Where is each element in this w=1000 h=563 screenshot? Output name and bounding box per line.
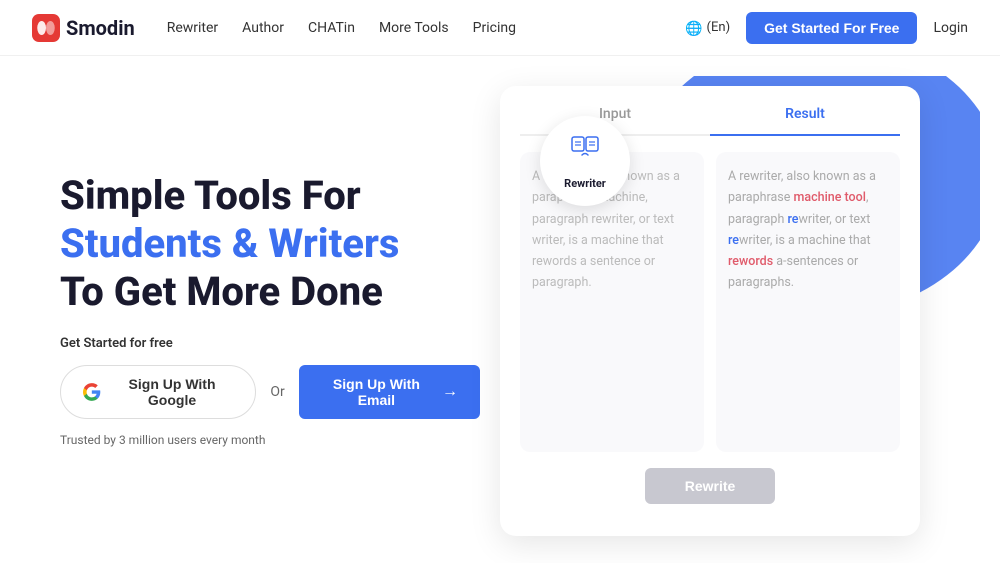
google-icon	[83, 382, 101, 402]
rewrite-button[interactable]: Rewrite	[645, 468, 776, 504]
nav-more-tools[interactable]: More Tools	[379, 20, 449, 36]
nav-chatin[interactable]: CHATin	[308, 20, 355, 36]
translate-icon: 🌐	[685, 19, 703, 37]
tab-input[interactable]: Input	[520, 106, 710, 126]
arrow-icon: →	[442, 383, 458, 401]
tab-result[interactable]: Result	[710, 106, 900, 136]
nav-author[interactable]: Author	[242, 20, 284, 36]
nav-right: 🌐 (En) Get Started For Free Login	[685, 12, 968, 44]
highlight-re2: re	[728, 233, 739, 248]
login-link[interactable]: Login	[933, 20, 968, 36]
demo-result-col: A rewriter, also known as a paraphrase m…	[716, 152, 900, 452]
logo-icon	[32, 14, 60, 42]
language-selector[interactable]: 🌐 (En)	[685, 19, 731, 37]
email-signup-button[interactable]: Sign Up With Email →	[299, 365, 480, 419]
demo-footer: Rewrite	[520, 468, 900, 504]
hero-subtitle: Get Started for free	[60, 336, 480, 351]
rewriter-icon	[569, 132, 601, 171]
svg-text:🌐: 🌐	[685, 20, 702, 37]
trust-text: Trusted by 3 million users every month	[60, 433, 480, 447]
hero-right: Rewriter Input Result A rewriter, also k…	[480, 56, 940, 563]
nav-pricing[interactable]: Pricing	[473, 20, 516, 36]
logo-text: Smodin	[66, 16, 135, 40]
hero-title: Simple Tools For Students & Writers To G…	[60, 172, 480, 316]
hero-section: Simple Tools For Students & Writers To G…	[0, 56, 1000, 563]
highlight-re1: re	[787, 212, 798, 227]
rewriter-badge: Rewriter	[540, 116, 630, 206]
rewriter-badge-label: Rewriter	[564, 177, 606, 190]
get-started-button[interactable]: Get Started For Free	[746, 12, 917, 44]
google-signup-button[interactable]: Sign Up With Google	[60, 365, 256, 419]
logo[interactable]: Smodin	[32, 14, 135, 42]
nav-rewriter[interactable]: Rewriter	[167, 20, 218, 36]
hero-buttons: Sign Up With Google Or Sign Up With Emai…	[60, 365, 480, 419]
hero-left: Simple Tools For Students & Writers To G…	[60, 172, 480, 447]
navbar: Smodin Rewriter Author CHATin More Tools…	[0, 0, 1000, 56]
language-label: (En)	[707, 20, 731, 35]
highlight-rewords: rewords	[728, 254, 773, 269]
highlight-machine-tool: machine tool	[794, 190, 866, 205]
hero-or: Or	[270, 384, 284, 400]
nav-links: Rewriter Author CHATin More Tools Pricin…	[167, 20, 685, 36]
